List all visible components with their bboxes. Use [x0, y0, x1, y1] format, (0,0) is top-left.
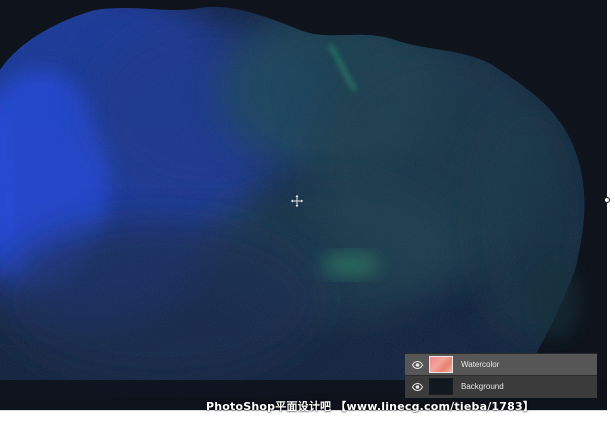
layer-row-watercolor[interactable]: Watercolor	[405, 354, 597, 375]
watercolor-thumbnail	[429, 356, 453, 373]
transform-handle-icon[interactable]	[604, 197, 610, 203]
watermark-text: PhotoShop平面设计吧 【www.linecg.com/tieba/178…	[206, 400, 535, 413]
screen: Watercolor Background PhotoShop平面设计吧 【ww…	[0, 0, 615, 426]
layer-row-background[interactable]: Background	[405, 376, 597, 397]
layers-panel: Watercolor Background	[405, 353, 597, 398]
move-cursor-icon	[291, 195, 303, 207]
eye-icon[interactable]	[408, 354, 426, 375]
layer-name: Background	[461, 382, 504, 391]
watercolor-artwork	[0, 0, 607, 410]
layer-name: Watercolor	[461, 360, 500, 369]
document-canvas[interactable]	[0, 0, 607, 410]
eye-icon[interactable]	[408, 376, 426, 397]
right-gutter	[607, 0, 615, 426]
background-thumbnail	[429, 378, 453, 395]
